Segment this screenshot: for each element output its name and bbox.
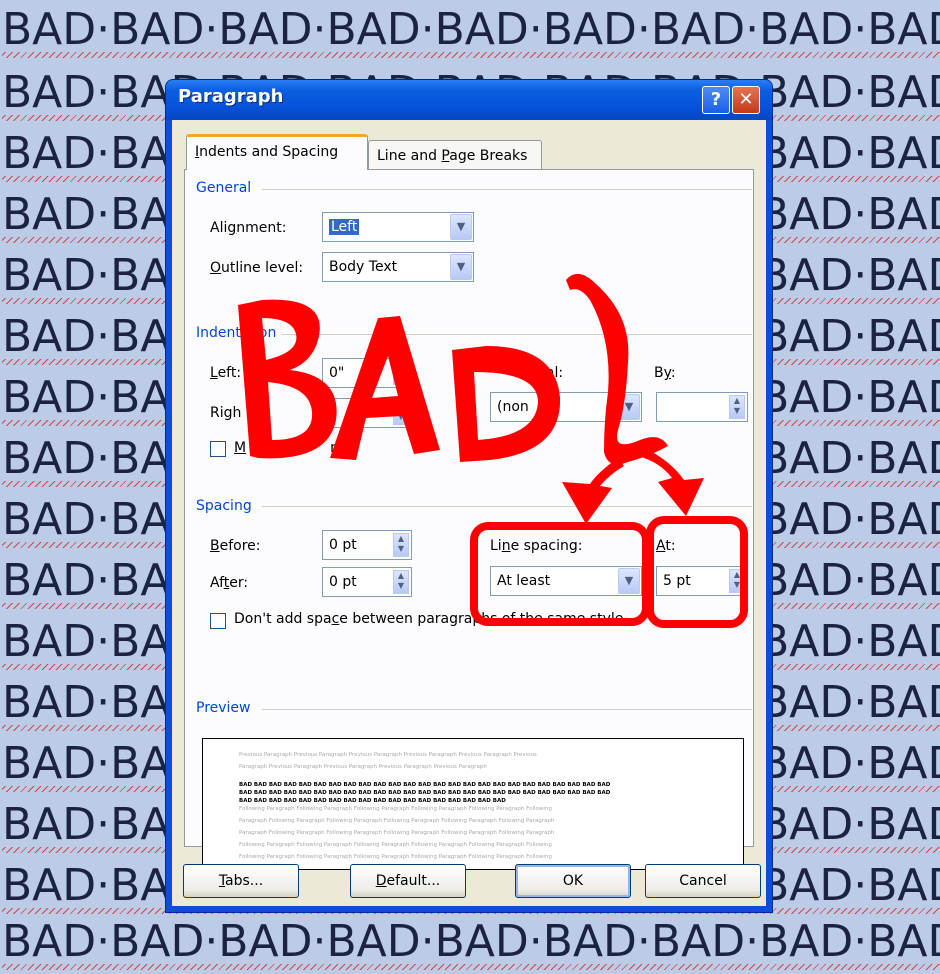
background-row: BAD·BAD·BAD·BAD·BAD·BAD·BAD·BAD·BAD <box>2 918 940 974</box>
indent-left-spinner[interactable]: 0" ▲ ▼ <box>322 358 412 388</box>
ok-button[interactable]: OK <box>515 864 631 898</box>
preview-following-line: Following Paragraph Following Paragraph … <box>239 806 552 812</box>
indent-right-label: Righ <box>210 405 242 421</box>
spacing-separator <box>262 506 752 507</box>
preview-following-line: Paragraph Following Paragraph Following … <box>239 818 555 824</box>
after-label: After: <box>210 575 249 591</box>
preview-current-line: BAD BAD BAD BAD BAD BAD BAD BAD BAD BAD … <box>239 782 611 788</box>
spinner-arrows-icon[interactable]: ▲ ▼ <box>729 569 745 593</box>
preview-current-line: BAD BAD BAD BAD BAD BAD BAD BAD BAD BAD … <box>239 798 506 804</box>
outline-level-select[interactable]: Body Text ▼ <box>322 252 474 282</box>
paragraph-dialog: Paragraph ? ✕ Indents and Spacing Line a… <box>166 80 772 912</box>
preview-current-line: BAD BAD BAD BAD BAD BAD BAD BAD BAD BAD … <box>239 790 611 796</box>
chevron-down-icon[interactable]: ▼ <box>450 214 472 240</box>
cancel-button[interactable]: Cancel <box>645 864 761 898</box>
tab-line-and-page-breaks[interactable]: Line and Page Breaks <box>368 140 542 170</box>
background-row: BAD·BAD·BAD·BAD·BAD·BAD·BAD·BAD·BAD <box>2 6 940 62</box>
spinner-arrows-icon[interactable]: ▲ ▼ <box>393 361 409 385</box>
close-button[interactable]: ✕ <box>732 86 760 114</box>
paragraph-preview: Previous Paragraph Previous Paragraph Pr… <box>202 738 744 870</box>
special-label: ial: <box>542 365 564 381</box>
spinner-arrows-icon[interactable]: ▲ ▼ <box>393 533 409 557</box>
indentation-separator <box>272 334 752 335</box>
tabs-button[interactable]: Tabs... <box>183 864 299 898</box>
help-button[interactable]: ? <box>702 86 730 114</box>
preview-following-line: Following Paragraph Following Paragraph … <box>239 842 552 848</box>
chevron-down-icon[interactable]: ▼ <box>618 394 640 420</box>
dont-add-space-label: Don't add space between paragraphs of th… <box>234 611 624 627</box>
chevron-down-icon[interactable]: ▼ <box>618 568 640 594</box>
general-separator <box>262 189 752 190</box>
alignment-label: Alignment: <box>210 220 287 236</box>
before-label: Before: <box>210 538 261 554</box>
spinner-arrows-icon[interactable]: ▲ ▼ <box>729 395 745 419</box>
title-bar[interactable]: Paragraph ? ✕ <box>166 80 772 120</box>
line-spacing-select[interactable]: At least ▼ <box>490 566 642 596</box>
chevron-down-icon[interactable]: ▼ <box>450 254 472 280</box>
preview-separator <box>262 709 752 710</box>
preview-heading: Preview <box>196 700 257 716</box>
tab-indents-and-spacing[interactable]: Indents and Spacing <box>186 134 368 170</box>
general-heading: General <box>196 180 258 196</box>
spinner-arrows-icon[interactable]: ▲ ▼ <box>393 570 409 594</box>
dont-add-space-checkbox[interactable] <box>210 613 226 629</box>
alignment-select[interactable]: Left ▼ <box>322 212 474 242</box>
by-label: By: <box>654 365 676 381</box>
spacing-after-spinner[interactable]: 0 pt ▲ ▼ <box>322 567 412 597</box>
spinner-arrows-icon[interactable]: ▲ ▼ <box>393 401 409 425</box>
preview-previous-line: Previous Paragraph Previous Paragraph Pr… <box>239 752 537 758</box>
default-button[interactable]: Default... <box>350 864 466 898</box>
special-select[interactable]: (non ▼ <box>490 392 642 422</box>
mirror-indents-label: Mnts <box>234 440 352 456</box>
spacing-heading: Spacing <box>196 498 258 514</box>
indent-right-spinner[interactable]: " ▲ ▼ <box>322 398 412 428</box>
indent-left-label: Left: <box>210 365 242 381</box>
line-spacing-at-spinner[interactable]: 5 pt ▲ ▼ <box>656 566 748 596</box>
line-spacing-label: Line spacing: <box>490 538 583 554</box>
at-label: At: <box>656 538 676 554</box>
outline-level-label: Outline level: <box>210 260 304 276</box>
preview-following-line: Following Paragraph Following Paragraph … <box>239 854 552 860</box>
preview-following-line: Paragraph Following Paragraph Following … <box>239 830 555 836</box>
mirror-indents-checkbox[interactable] <box>210 441 226 457</box>
close-icon: ✕ <box>738 89 754 110</box>
help-icon: ? <box>710 89 722 110</box>
dialog-title: Paragraph <box>178 86 284 107</box>
spacing-before-spinner[interactable]: 0 pt ▲ ▼ <box>322 530 412 560</box>
indentation-heading: Indent on <box>196 325 283 341</box>
by-spinner[interactable]: ▲ ▼ <box>656 392 748 422</box>
preview-previous-line: Paragraph Previous Paragraph Previous Pa… <box>239 764 487 770</box>
dialog-client-area: Indents and Spacing Line and Page Breaks… <box>172 120 766 906</box>
